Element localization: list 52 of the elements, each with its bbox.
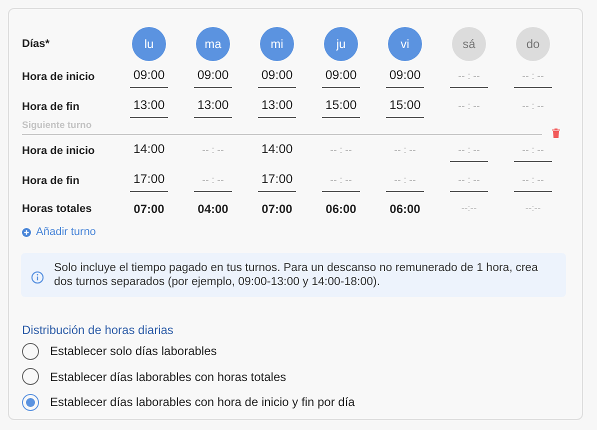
time-field[interactable]: 09:00 — [130, 66, 168, 88]
info-text: Solo incluye el tiempo pagado en tus turnos. Para un descanso no remunerado de 1 hora, crea dos turnos separados (por ejemplo, 09:00-13:00 y 14:00-18:00). — [54, 260, 539, 288]
total-hours: 06:00 — [390, 201, 420, 218]
row-label: Horas totales — [22, 202, 92, 217]
time-field[interactable]: -- : -- — [514, 170, 552, 192]
info-icon — [31, 270, 44, 284]
row-label: Hora de fin — [22, 174, 80, 189]
total-hours: 04:00 — [198, 201, 228, 218]
time-field[interactable]: 09:00 — [386, 66, 424, 88]
time-field[interactable]: 14:00 — [258, 140, 296, 162]
time-field[interactable]: 15:00 — [386, 96, 424, 118]
time-field[interactable]: -- : -- — [450, 96, 488, 118]
row-label: Hora de inicio — [22, 144, 95, 159]
time-field[interactable]: 17:00 — [258, 170, 296, 192]
time-field[interactable]: 13:00 — [130, 96, 168, 118]
time-field[interactable]: 09:00 — [322, 66, 360, 88]
radio-button[interactable] — [22, 394, 39, 411]
time-field[interactable]: 13:00 — [194, 96, 232, 118]
time-field[interactable]: -- : -- — [386, 140, 424, 162]
time-field[interactable]: -- : -- — [514, 140, 552, 162]
row-label: Días* — [22, 36, 50, 52]
radio-button[interactable] — [22, 342, 39, 360]
time-field[interactable]: 09:00 — [194, 66, 232, 88]
time-field[interactable]: -- : -- — [194, 140, 232, 162]
radio-option[interactable]: Establecer días laborables con hora de inicio y fin por día — [22, 390, 570, 415]
time-field[interactable]: 13:00 — [258, 96, 296, 118]
radio-option[interactable]: Establecer solo días laborables — [22, 338, 570, 364]
total-hours: 06:00 — [326, 201, 356, 218]
trash-icon[interactable] — [552, 128, 560, 138]
time-field[interactable]: -- : -- — [450, 66, 488, 88]
row-label: Hora de inicio — [22, 70, 95, 85]
total-hours: 07:00 — [262, 201, 292, 218]
time-field[interactable]: -- : -- — [514, 96, 552, 118]
radio-option[interactable]: Establecer días laborables con horas totales — [22, 364, 570, 390]
section-heading: Distribución de horas diarias — [22, 322, 174, 338]
radio-button[interactable] — [22, 368, 39, 386]
row-label: Hora de fin — [22, 100, 80, 115]
time-field[interactable]: -- : -- — [194, 170, 232, 192]
time-field[interactable]: 14:00 — [130, 140, 168, 162]
plus-icon — [22, 228, 31, 237]
time-field[interactable]: 17:00 — [130, 170, 168, 192]
total-hours: --:-- — [461, 202, 477, 216]
time-field[interactable]: -- : -- — [386, 170, 424, 192]
time-field[interactable]: -- : -- — [450, 170, 488, 192]
time-field[interactable]: -- : -- — [514, 66, 552, 88]
time-field[interactable]: 15:00 — [322, 96, 360, 118]
time-field[interactable]: -- : -- — [450, 140, 488, 162]
total-hours: --:-- — [525, 202, 541, 216]
time-field[interactable]: 09:00 — [258, 66, 296, 88]
time-field[interactable]: -- : -- — [322, 140, 360, 162]
total-hours: 07:00 — [134, 201, 164, 218]
time-field[interactable]: -- : -- — [322, 170, 360, 192]
